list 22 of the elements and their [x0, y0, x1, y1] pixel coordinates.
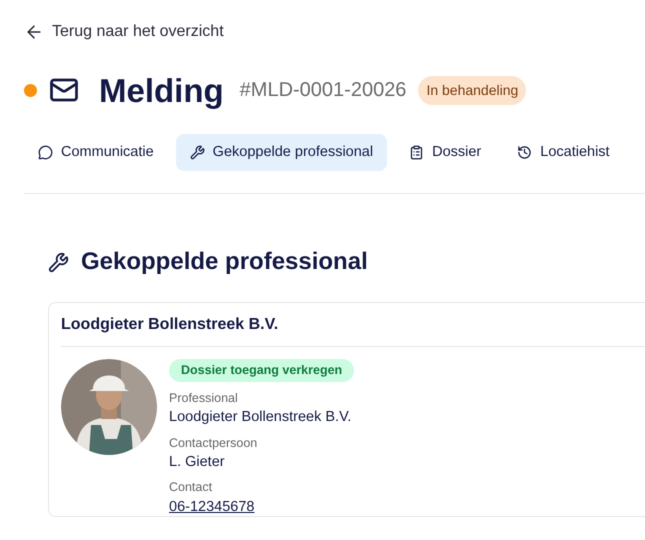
- tab[interactable]: Gekoppelde professional: [176, 134, 388, 171]
- status-badge: In behandeling: [418, 76, 526, 104]
- card-title: Loodgieter Bollenstreek B.V.: [61, 315, 278, 335]
- wrench-icon: [190, 145, 205, 160]
- back-link[interactable]: Terug naar het overzicht: [24, 20, 224, 44]
- tab[interactable]: Communicatie: [24, 134, 168, 171]
- field-label: Professional: [169, 390, 239, 406]
- field-label: Contactpersoon: [169, 436, 258, 452]
- tab[interactable]: Dossier: [395, 134, 496, 171]
- access-badge: Dossier toegang verkregen: [169, 359, 354, 382]
- field-value: L. Gieter: [169, 453, 225, 472]
- section-title: Gekoppelde professional: [81, 247, 368, 277]
- speech-bubble-icon: [38, 145, 53, 160]
- field-value: Loodgieter Bollenstreek B.V.: [169, 408, 352, 426]
- tab[interactable]: Locatiehist: [503, 134, 624, 171]
- history-icon: [517, 145, 532, 160]
- wrench-icon: [48, 252, 69, 272]
- field-label: Contact: [169, 480, 214, 496]
- clipboard-icon: [409, 145, 424, 160]
- page-title: Melding: [99, 74, 224, 106]
- reference-number: #MLD-0001-20026: [240, 78, 406, 103]
- phone-link[interactable]: 06-12345678: [169, 498, 254, 516]
